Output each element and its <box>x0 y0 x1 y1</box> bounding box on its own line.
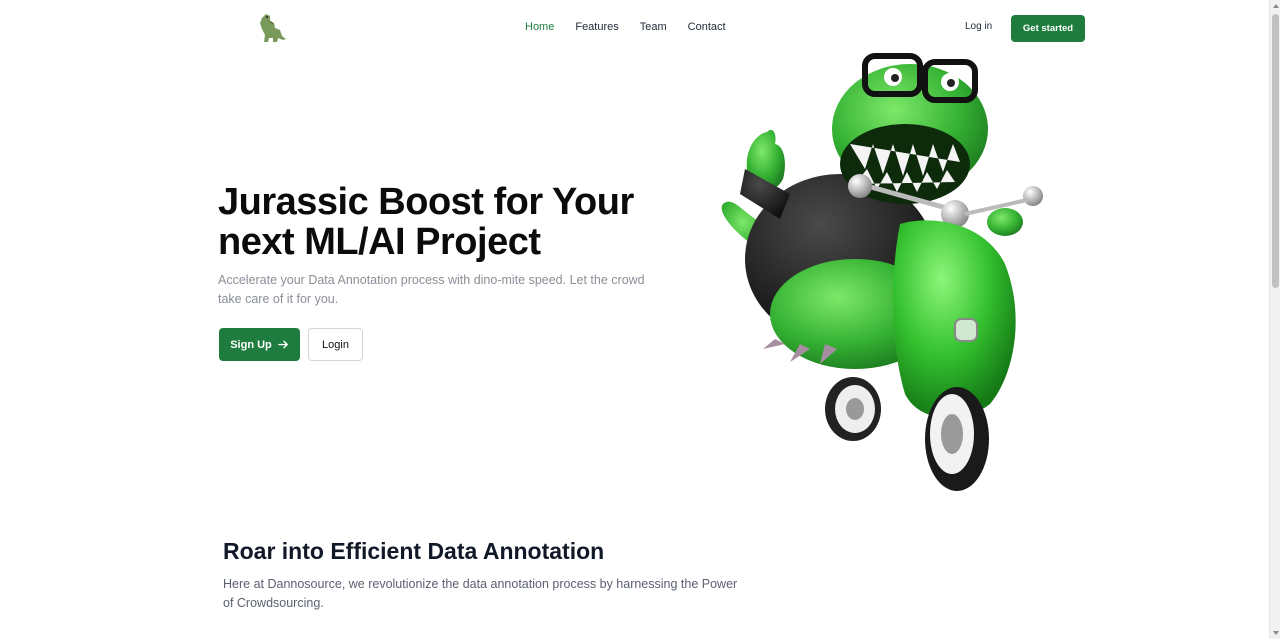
hero-title-line1: Jurassic Boost for Your <box>218 181 634 223</box>
hero-subtitle: Accelerate your Data Annotation process … <box>218 273 645 306</box>
hero-title-line2: next ML/AI Project <box>218 221 541 263</box>
section-body: Here at Dannosource, we revolutionize th… <box>223 577 738 610</box>
signup-button[interactable]: Sign Up <box>219 328 300 361</box>
header-login-link[interactable]: Log in <box>965 21 992 32</box>
signup-label: Sign Up <box>230 338 272 351</box>
main-nav: Home Features Team Contact <box>525 21 747 33</box>
page-scrollbar[interactable] <box>1269 0 1280 639</box>
arrow-right-icon <box>278 340 288 349</box>
dino-icon <box>260 14 286 42</box>
logo[interactable] <box>256 12 290 44</box>
scrollbar-thumb[interactable] <box>1272 14 1279 288</box>
nav-home[interactable]: Home <box>525 21 554 33</box>
hero-title: Jurassic Boost for Your next ML/AI Proje… <box>218 182 678 262</box>
section-title: Roar into Efficient Data Annotation <box>223 538 605 564</box>
dinosaur-on-scooter-illustration <box>705 44 1050 496</box>
login-button[interactable]: Login <box>308 328 363 361</box>
nav-team[interactable]: Team <box>640 21 667 33</box>
get-started-button[interactable]: Get started <box>1011 15 1085 42</box>
scroll-down-icon[interactable] <box>1273 631 1279 635</box>
nav-features[interactable]: Features <box>575 21 618 33</box>
scroll-up-icon[interactable] <box>1273 4 1279 8</box>
nav-contact[interactable]: Contact <box>688 21 726 33</box>
